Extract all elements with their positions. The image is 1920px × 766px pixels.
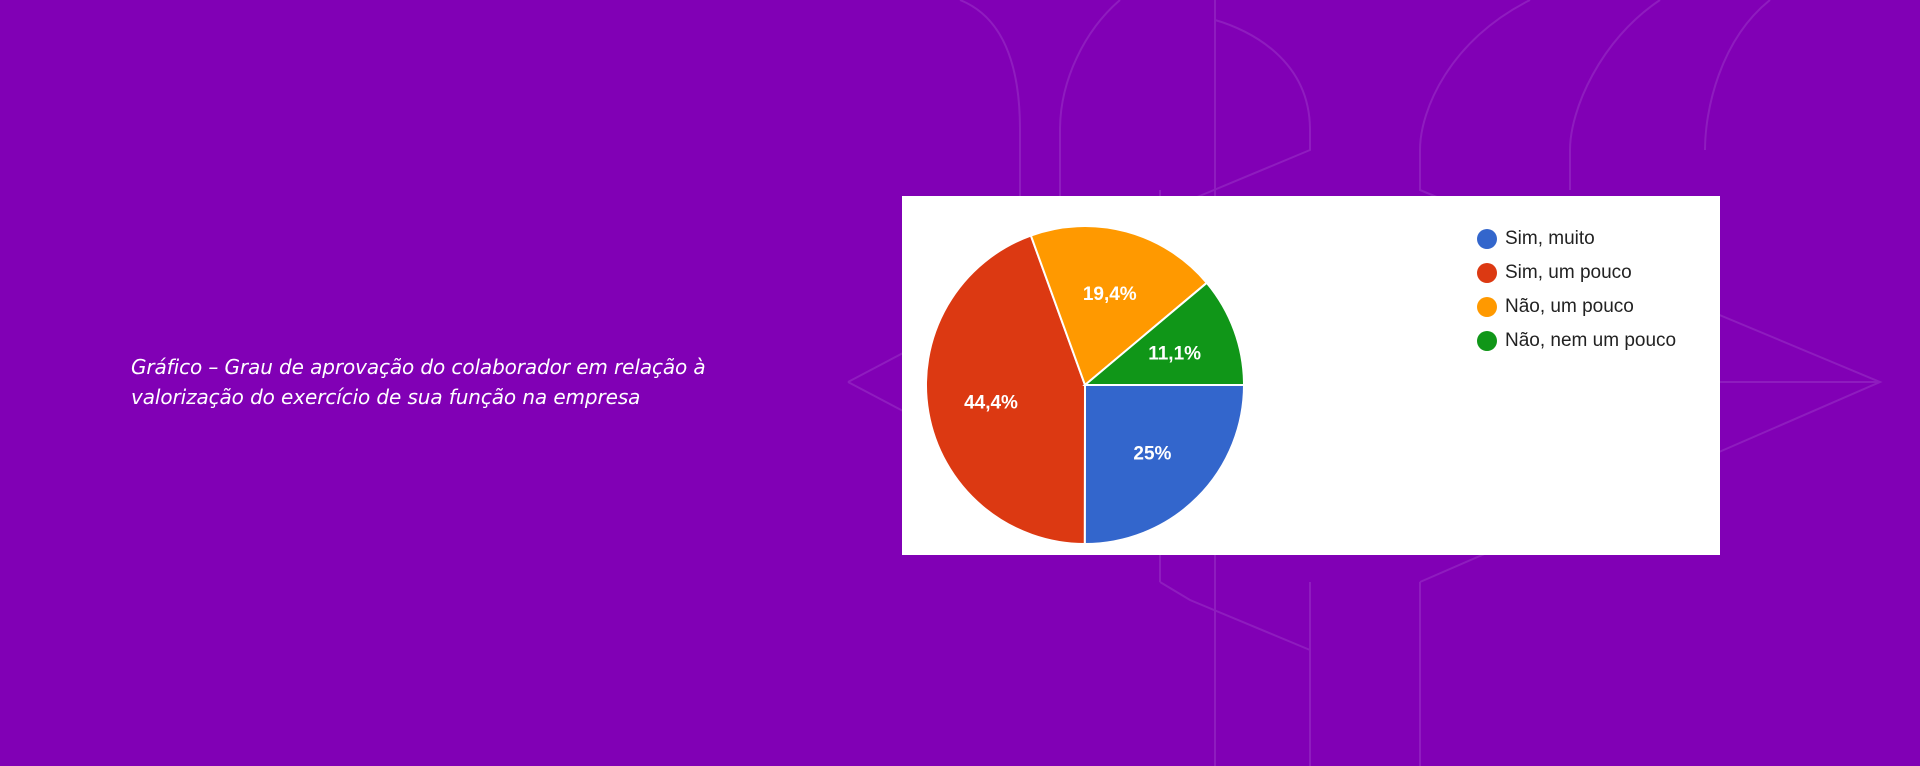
legend-label-0: Sim, muito [1505, 228, 1595, 249]
legend-item-3: Não, nem um pouco [1477, 324, 1676, 358]
chart-card: 25% 44,4% 19,4% 11,1% Sim, muito Sim, um pou… [902, 196, 1720, 555]
legend-item-0: Sim, muito [1477, 222, 1676, 256]
legend-dot-1 [1477, 263, 1497, 283]
slice-label-1: 44,4% [964, 392, 1018, 413]
legend-label-2: Não, um pouco [1505, 296, 1634, 317]
legend-item-2: Não, um pouco [1477, 290, 1676, 324]
legend-dot-3 [1477, 331, 1497, 351]
slice-label-0: 25% [1133, 444, 1171, 465]
legend-item-1: Sim, um pouco [1477, 256, 1676, 290]
caption-line-1: Gráfico – Grau de aprovação do colaborad… [131, 355, 706, 379]
chart-legend: Sim, muito Sim, um pouco Não, um pouco Não,… [1477, 222, 1676, 358]
caption-line-2: valorização do exercício de sua função n… [131, 385, 641, 409]
slice-label-2: 19,4% [1083, 284, 1137, 305]
chart-caption: Gráfico – Grau de aprovação do colaborad… [131, 352, 771, 412]
legend-label-3: Não, nem um pouco [1505, 330, 1677, 351]
legend-dot-0 [1477, 229, 1497, 249]
legend-dot-2 [1477, 297, 1497, 317]
legend-label-1: Sim, um pouco [1505, 262, 1632, 283]
slice-label-3: 11,1% [1148, 343, 1201, 364]
